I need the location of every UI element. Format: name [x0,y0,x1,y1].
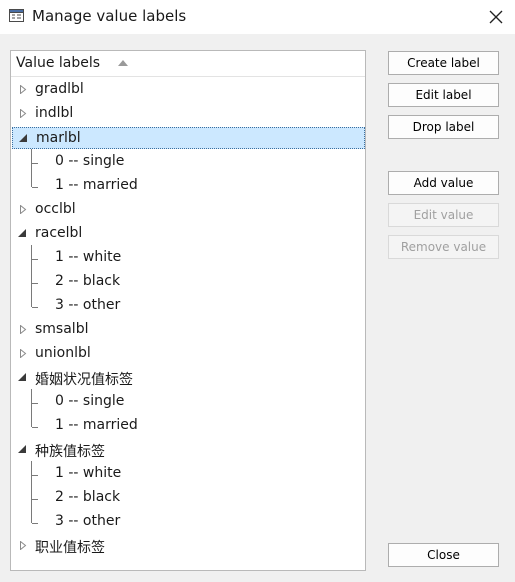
tree-node-4[interactable]: racelbl [12,223,365,245]
tree-node-label: 婚姻状况值标签 [35,372,133,388]
tree-node-2[interactable]: marlbl [12,127,365,149]
tree-value-item[interactable]: 0 -- single [12,151,365,175]
expand-triangle-icon[interactable] [20,325,29,334]
tree-node-3[interactable]: occlbl [12,199,365,221]
add-value-button[interactable]: Add value [388,171,499,195]
tree-value-item[interactable]: 1 -- married [12,175,365,199]
collapse-triangle-icon[interactable] [18,445,27,454]
tree-node-label: indlbl [35,105,74,121]
title-bar: Manage value labels [0,0,515,34]
tree-value-item[interactable]: 3 -- other [12,511,365,535]
expand-triangle-icon[interactable] [20,109,29,118]
tree-node-9[interactable]: 职业值标签 [12,535,365,557]
close-window-icon[interactable] [483,4,509,30]
tree-value-label: 1 -- married [55,177,138,193]
tree-node-0[interactable]: gradlbl [12,79,365,101]
value-labels-tree[interactable]: Value labels gradlbl indlbl marlbl 0 -- sin… [10,50,366,571]
tree-value-label: 3 -- other [55,297,121,313]
window-title: Manage value labels [32,7,187,25]
tree-node-label: 种族值标签 [35,444,105,460]
tree-column-header[interactable]: Value labels [11,51,365,77]
tree-value-item[interactable]: 0 -- single [12,391,365,415]
collapse-triangle-icon[interactable] [18,229,27,238]
expand-triangle-icon[interactable] [20,541,29,550]
tree-node-8[interactable]: 种族值标签 [12,439,365,461]
window-app-icon [9,9,24,22]
collapse-triangle-icon[interactable] [18,373,27,382]
tree-value-label: 1 -- white [55,465,122,481]
tree-value-item[interactable]: 1 -- white [12,463,365,487]
sort-ascending-icon [118,60,128,66]
edit-value-button: Edit value [388,203,499,227]
tree-node-label: 职业值标签 [35,540,105,556]
tree-value-label: 1 -- white [55,249,122,265]
tree-value-item[interactable]: 3 -- other [12,295,365,319]
tree-value-item[interactable]: 1 -- white [12,247,365,271]
column-header-label: Value labels [16,55,101,71]
tree-branch-tick [32,475,38,476]
tree-node-label: unionlbl [35,345,91,361]
tree-value-label: 3 -- other [55,513,121,529]
tree-branch-tick [32,427,38,428]
tree-node-5[interactable]: smsalbl [12,319,365,341]
expand-triangle-icon[interactable] [20,349,29,358]
tree-node-label: racelbl [35,225,83,241]
tree-branch-tick [32,163,38,164]
tree-branch-tick [32,403,38,404]
tree-value-label: 2 -- black [55,273,121,289]
tree-branch-tick [32,187,38,188]
tree-value-label: 0 -- single [55,393,125,409]
create-label-button[interactable]: Create label [388,51,499,75]
tree-value-label: 1 -- married [55,417,138,433]
expand-triangle-icon[interactable] [20,205,29,214]
tree-node-label: smsalbl [35,321,89,337]
tree-branch-tick [32,283,38,284]
expand-triangle-icon[interactable] [20,85,29,94]
tree-value-item[interactable]: 1 -- married [12,415,365,439]
edit-label-button[interactable]: Edit label [388,83,499,107]
tree-node-label: gradlbl [35,81,84,97]
tree-node-label: occlbl [35,201,76,217]
tree-value-label: 2 -- black [55,489,121,505]
tree-value-label: 0 -- single [55,153,125,169]
tree-node-label: marlbl [36,130,81,146]
tree-branch-tick [32,523,38,524]
tree-node-7[interactable]: 婚姻状况值标签 [12,367,365,389]
tree-value-item[interactable]: 2 -- black [12,487,365,511]
close-button[interactable]: Close [388,543,499,567]
tree-node-1[interactable]: indlbl [12,103,365,125]
tree-value-item[interactable]: 2 -- black [12,271,365,295]
tree-branch-tick [32,499,38,500]
drop-label-button[interactable]: Drop label [388,115,499,139]
tree-branch-tick [32,259,38,260]
tree-branch-tick [32,307,38,308]
remove-value-button: Remove value [388,235,499,259]
collapse-triangle-icon[interactable] [19,134,28,143]
tree-node-6[interactable]: unionlbl [12,343,365,365]
